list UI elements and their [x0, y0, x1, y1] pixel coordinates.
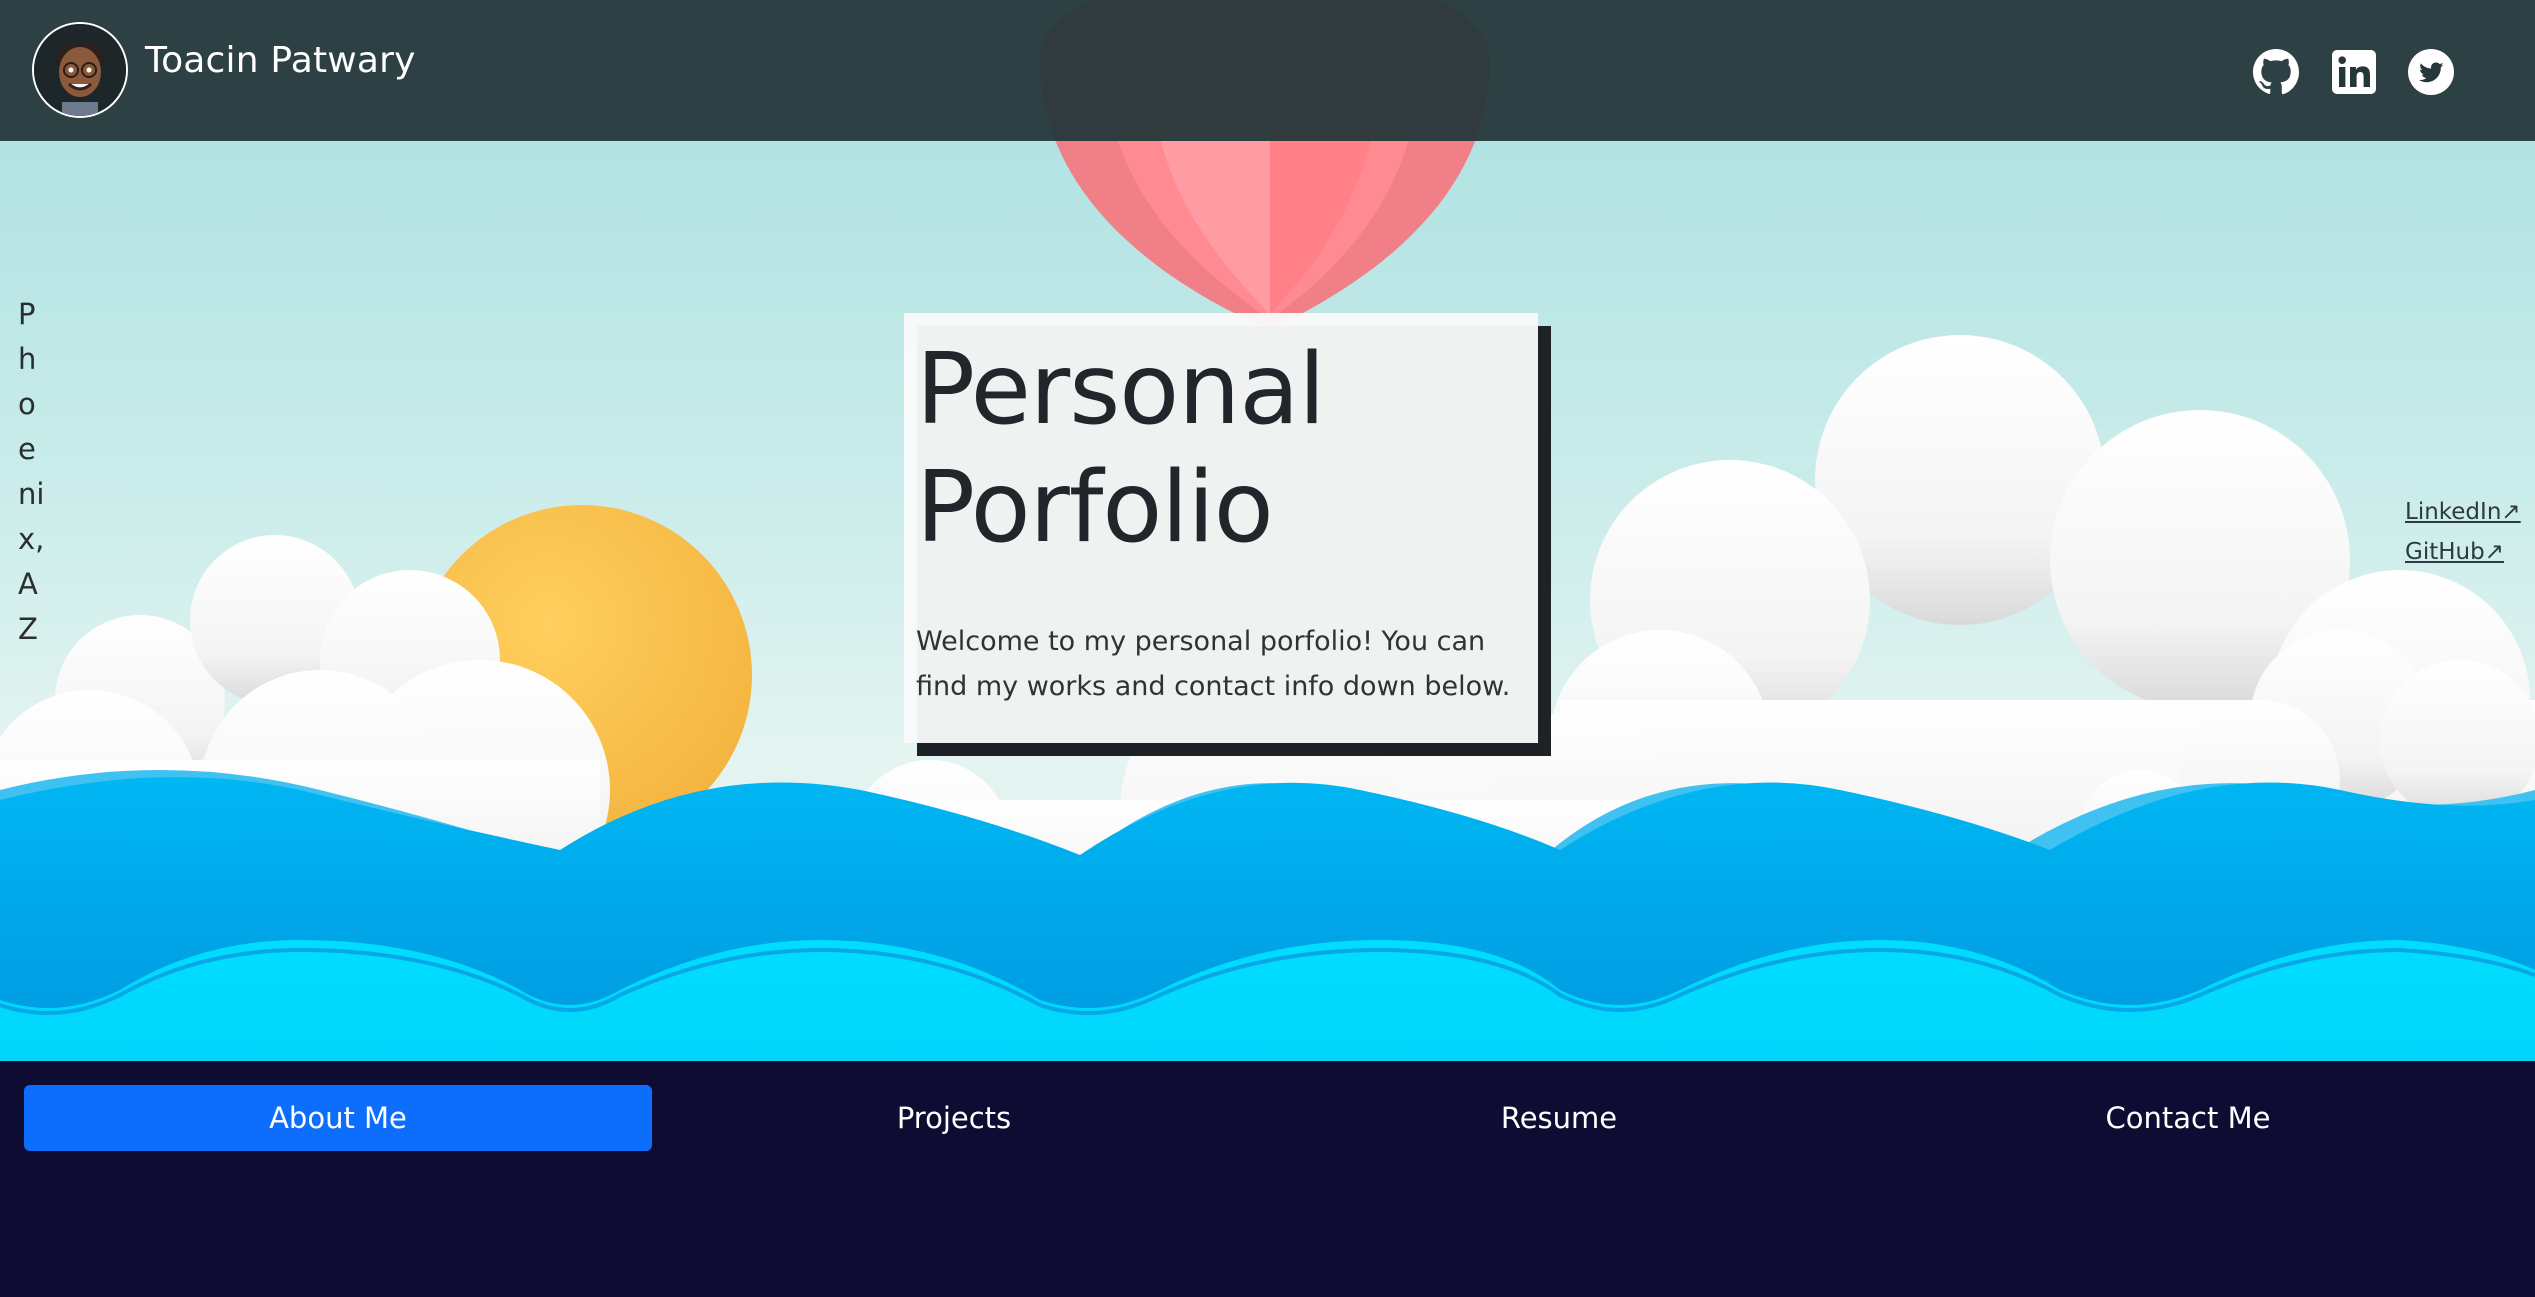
portfolio-page: Toacin Patwary Phoenix, AZ LinkedIn↗ Git — [0, 0, 2535, 1297]
section-nav: About Me Projects Resume Contact Me — [0, 1061, 2535, 1297]
linkedin-icon — [2332, 50, 2376, 94]
github-link[interactable] — [2252, 48, 2300, 96]
avatar[interactable] — [32, 22, 128, 118]
avatar-icon — [34, 24, 126, 116]
linkedin-side-link[interactable]: LinkedIn↗ — [2405, 492, 2521, 532]
welcome-text: Welcome to my personal porfolio! You can… — [916, 626, 1511, 702]
location-text: Phoenix, AZ — [18, 297, 45, 646]
tab-contact-me[interactable]: Contact Me — [1874, 1085, 2502, 1151]
github-icon — [2253, 49, 2300, 95]
github-side-link[interactable]: GitHub↗ — [2405, 532, 2521, 572]
tab-projects[interactable]: Projects — [640, 1085, 1268, 1151]
tab-about-me[interactable]: About Me — [24, 1085, 652, 1151]
hero-card: Personal Porfolio Welcome to my personal… — [904, 313, 1538, 743]
side-links: LinkedIn↗ GitHub↗ — [2405, 492, 2521, 572]
twitter-link[interactable] — [2407, 48, 2455, 96]
site-name[interactable]: Toacin Patwary — [145, 40, 416, 81]
linkedin-link[interactable] — [2330, 48, 2378, 96]
page-title: Personal Porfolio — [916, 333, 1326, 565]
twitter-icon — [2408, 49, 2454, 95]
top-navbar: Toacin Patwary — [0, 0, 2535, 141]
tab-resume[interactable]: Resume — [1245, 1085, 1873, 1151]
